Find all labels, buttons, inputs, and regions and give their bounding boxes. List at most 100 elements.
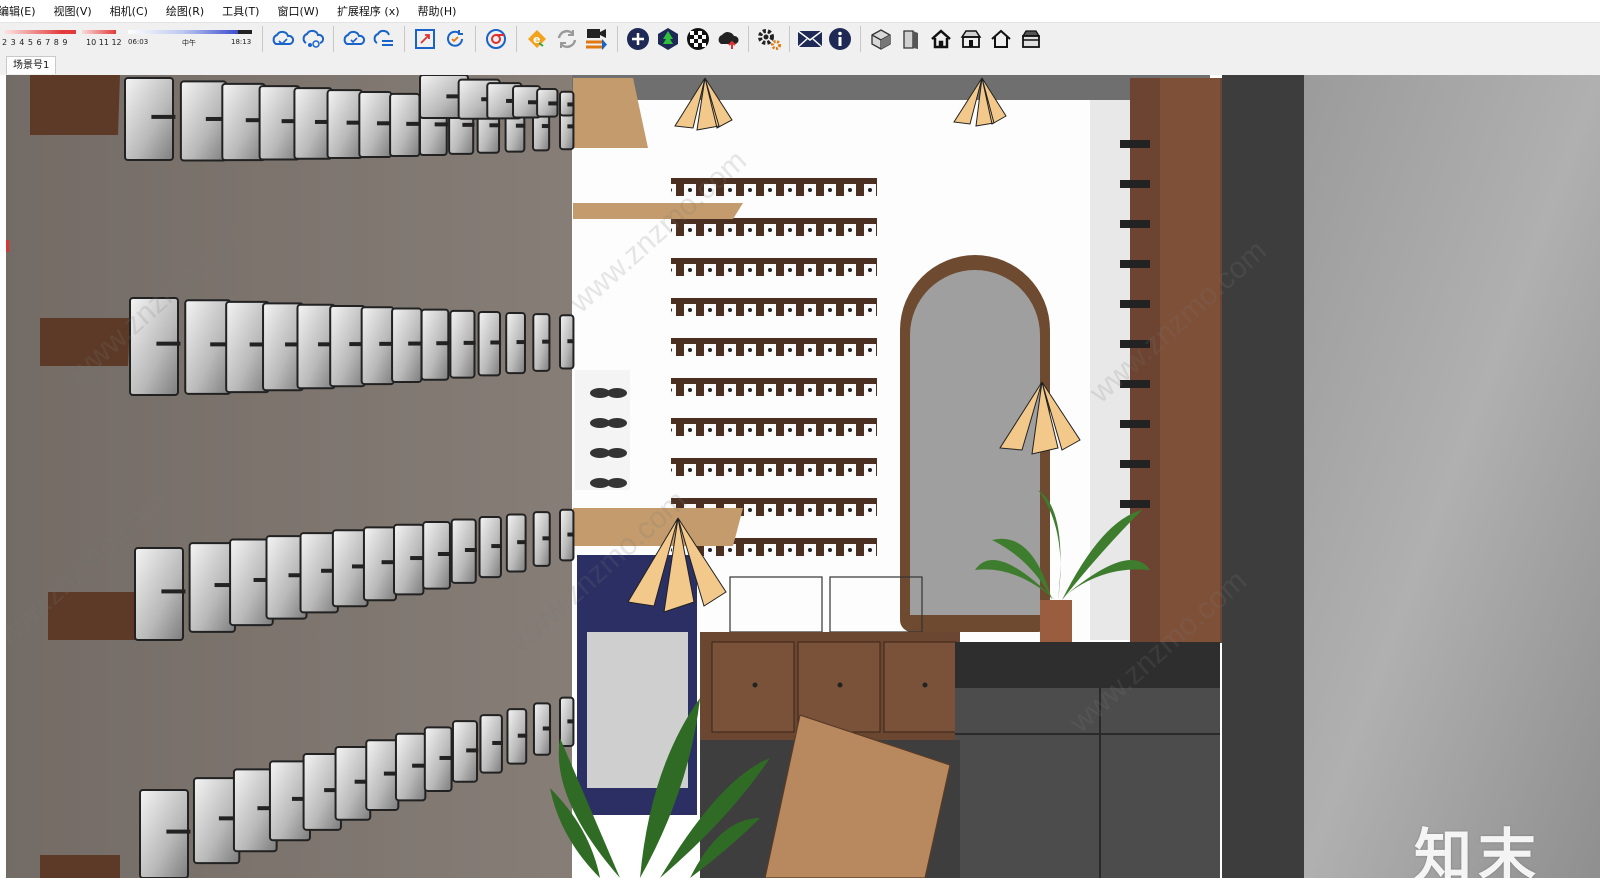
toolbar-separator [748, 26, 749, 52]
panel-hook [542, 339, 551, 344]
toolbar-separator [617, 26, 618, 52]
menu-help[interactable]: 帮助(H) [416, 3, 459, 19]
book-icon[interactable] [897, 25, 925, 53]
display-panel [188, 542, 236, 633]
panel-hook [567, 719, 575, 724]
shadow-month-slider-end[interactable] [82, 30, 116, 34]
panel-hook [161, 589, 186, 594]
panel-hook [464, 548, 477, 553]
panel-hook [567, 124, 575, 129]
panel-hook [489, 123, 501, 128]
mail-icon[interactable] [796, 25, 824, 53]
toolbar-separator [516, 26, 517, 52]
cloud-list-icon[interactable] [370, 25, 398, 53]
home-icon[interactable] [927, 25, 955, 53]
panel-hook [542, 726, 551, 731]
arched-mirror [900, 255, 1050, 632]
panel-hook [567, 339, 575, 344]
resize-icon[interactable] [411, 25, 439, 53]
panel-hook [517, 733, 528, 738]
toolbar-separator [789, 26, 790, 52]
panel-hook [515, 123, 526, 128]
model-viewport[interactable]: www.znzmo.com www.znzmo.com www.znzmo.co… [0, 75, 1600, 878]
scene-tab-1[interactable]: 场景号1 [6, 56, 57, 74]
menu-bar: 编辑(E) 视图(V) 相机(C) 绘图(R) 工具(T) 窗口(W) 扩展程序… [0, 0, 1600, 23]
panel-hook [463, 340, 476, 345]
panel-hook [436, 341, 450, 346]
house-box-icon[interactable] [1017, 25, 1045, 53]
toolbar-separator [262, 26, 263, 52]
shadow-month-ticks: 2 3 4 5 6 7 8 9 [2, 38, 69, 47]
menu-camera[interactable]: 相机(C) [108, 3, 150, 19]
rotate-check-icon[interactable] [441, 25, 469, 53]
display-panel [192, 777, 241, 865]
viewport-edge-marker [6, 240, 9, 252]
panel-hook [466, 748, 479, 753]
shadow-time-slider-end[interactable] [238, 30, 252, 34]
low-cabinets [700, 632, 960, 740]
chrome-icon[interactable] [482, 25, 510, 53]
toolbar-separator [333, 26, 334, 52]
panel-hook [406, 121, 421, 126]
refresh-icon[interactable] [553, 25, 581, 53]
panel-hook [462, 122, 475, 127]
panel-hook [151, 114, 176, 119]
panel-hook [434, 122, 449, 127]
panel-hook [491, 544, 503, 549]
panel-hook [437, 551, 452, 556]
checkout-counter [955, 642, 1220, 878]
cloud-sync-icon[interactable] [269, 25, 297, 53]
panel-hook [567, 532, 575, 537]
menu-window[interactable]: 窗口(W) [275, 3, 320, 19]
menu-draw[interactable]: 绘图(R) [164, 3, 206, 19]
checker-icon[interactable] [684, 25, 712, 53]
cloud-check-icon[interactable] [340, 25, 368, 53]
add-icon[interactable] [624, 25, 652, 53]
house-outline-icon[interactable] [987, 25, 1015, 53]
house-front-icon[interactable] [957, 25, 985, 53]
toolbar-separator [404, 26, 405, 52]
panel-hook [548, 101, 559, 106]
panel-hook [542, 536, 551, 541]
menu-view[interactable]: 视图(V) [52, 3, 94, 19]
panel-hook [516, 340, 526, 345]
shadow-month-ticks-2: 10 11 12 [86, 38, 122, 47]
panel-hook [517, 540, 527, 545]
panel-hook [541, 124, 550, 129]
camera-export-icon[interactable] [583, 25, 611, 53]
tree-icon[interactable] [654, 25, 682, 53]
shadow-settings-control[interactable]: 2 3 4 5 6 7 8 9 10 11 12 06:03 中午 18:13 [2, 24, 257, 54]
menu-extensions[interactable]: 扩展程序 (x) [335, 3, 402, 19]
cloud-upload-icon[interactable] [714, 25, 742, 53]
cloud-share-icon[interactable] [299, 25, 327, 53]
right-wood-column [1120, 78, 1225, 643]
panel-hook [439, 755, 453, 760]
watermark-logo: 知末 [1414, 822, 1543, 878]
toolbar-separator [860, 26, 861, 52]
scene-render[interactable] [6, 75, 1600, 878]
shadow-time-end: 18:13 [231, 38, 252, 46]
box-3d-icon[interactable] [867, 25, 895, 53]
dark-column [1222, 75, 1304, 878]
settings-gear-icon[interactable] [755, 25, 783, 53]
plugin-e-icon[interactable]: e [523, 25, 551, 53]
shadow-time-slider[interactable] [128, 30, 238, 34]
panel-hook [492, 740, 503, 745]
display-panel [134, 547, 184, 641]
panel-hook [490, 340, 502, 345]
info-icon[interactable] [826, 25, 854, 53]
panel-hook [156, 341, 181, 346]
display-panel [129, 297, 179, 396]
scene-tab-bar: 场景号1 [0, 55, 1600, 75]
display-panel [184, 299, 232, 395]
panel-hook [567, 102, 575, 107]
menu-tools[interactable]: 工具(T) [220, 3, 261, 19]
shadow-month-slider[interactable] [4, 30, 76, 34]
concrete-wall [1304, 75, 1600, 878]
menu-edit[interactable]: 编辑(E) [0, 3, 38, 19]
display-panel [139, 789, 189, 878]
display-panel [329, 305, 366, 388]
panel-hook [166, 829, 191, 834]
toolbar: 2 3 4 5 6 7 8 9 10 11 12 06:03 中午 18:13 … [0, 23, 1600, 55]
shadow-time-start: 06:03 [128, 38, 149, 46]
